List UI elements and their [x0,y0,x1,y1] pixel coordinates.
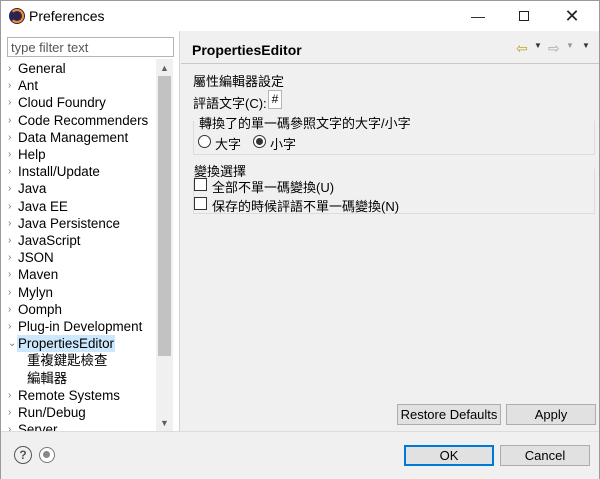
tree-item-label: Maven [18,267,59,283]
tree-item-label: Oomph [18,301,62,317]
chevron-right-icon[interactable]: › [8,215,11,232]
chevron-right-icon[interactable]: › [8,129,11,146]
window-title: Preferences [29,8,105,24]
scroll-up-icon[interactable]: ▲ [156,59,173,76]
chevron-right-icon[interactable]: › [8,404,11,421]
chevron-right-icon[interactable]: › [8,198,11,215]
chevron-right-icon[interactable]: › [8,94,11,111]
preferences-tree: › General › Ant › Cloud Foundry › Code Recommen… [1,59,156,431]
tree-item-label: Java EE [18,198,68,214]
chevron-right-icon[interactable]: › [8,301,11,318]
tree-item-label: Install/Update [18,164,100,180]
tree-item-label: JSON [18,250,54,266]
tree-item-label: Java [18,181,47,197]
tree-item-label: 重複鍵匙檢查 [27,353,108,369]
cancel-button[interactable]: Cancel [500,445,590,466]
import-export-icon[interactable] [39,447,55,463]
properties-editor-page: PropertiesEditor ⇦ ▼ ⇨ ▼ ▼ 屬性編輯器設定 評語文字(… [181,31,599,431]
tree-item-label: Code Recommenders [18,112,149,128]
preferences-tree-pane: › General › Ant › Cloud Foundry › Code Recommen… [1,31,180,431]
uppercase-label: 大字 [215,137,242,152]
page-title: PropertiesEditor [192,42,302,58]
no-comment-convert-checkbox[interactable] [194,197,207,210]
forward-arrow-icon[interactable]: ⇨ [548,40,560,57]
close-button[interactable]: ✕ [549,1,595,31]
chevron-right-icon[interactable]: › [8,180,11,197]
chevron-right-icon[interactable]: › [8,249,11,266]
chevron-right-icon[interactable]: › [8,60,11,77]
chevron-right-icon[interactable]: › [8,284,11,301]
chevron-right-icon[interactable]: › [8,146,11,163]
title-bar: Preferences — ✕ [1,1,599,31]
chevron-right-icon[interactable]: › [8,387,11,404]
tree-item-label: Plug-in Development [18,319,143,334]
scroll-down-icon[interactable]: ▼ [156,414,173,431]
eclipse-icon [9,8,25,24]
chevron-right-icon[interactable]: › [8,232,11,249]
ok-button[interactable]: OK [404,445,494,466]
tree-item-label: Mylyn [18,284,53,300]
preferences-dialog: Preferences — ✕ › General › Ant › Cloud Found… [0,0,600,479]
comment-char-input[interactable]: # [268,90,282,109]
minimize-button[interactable]: — [455,1,501,31]
view-menu-icon[interactable]: ▼ [582,41,590,50]
uppercase-radio[interactable] [198,135,211,148]
tree-item-label: Data Management [18,129,129,145]
apply-button[interactable]: Apply [506,404,596,425]
lowercase-label: 小字 [270,137,297,152]
restore-defaults-button[interactable]: Restore Defaults [397,404,501,425]
chevron-right-icon[interactable]: › [8,77,11,94]
dialog-button-bar: ? OK Cancel [1,431,599,479]
tree-item-label: Ant [18,78,39,94]
tree-item-label: 編輯器 [27,370,68,386]
tree-item-label: Help [18,147,46,162]
section-label: 屬性編輯器設定 [193,74,285,89]
maximize-icon [519,11,529,21]
chevron-right-icon[interactable]: › [8,163,11,180]
comment-char-label: 評語文字(C): [193,96,267,111]
chevron-right-icon[interactable]: › [8,266,11,283]
tree-item-label: Java Persistence [18,215,120,231]
no-unicode-convert-label: 全部不單一碼變換(U) [212,180,335,195]
lowercase-radio[interactable] [253,135,266,148]
no-unicode-convert-checkbox[interactable] [194,178,207,191]
help-icon[interactable]: ? [14,446,32,464]
tree-item-label: Cloud Foundry [18,95,106,111]
tree-item-label: Server [18,422,58,431]
tree-item-label: Remote Systems [18,387,120,403]
header-divider [181,63,599,64]
tree-item-label: PropertiesEditor [17,335,116,353]
back-dropdown-icon[interactable]: ▼ [534,41,542,50]
scrollbar-thumb[interactable] [158,76,171,356]
chevron-right-icon[interactable]: › [8,318,11,335]
tree-item-label: General [18,61,66,76]
no-comment-convert-label: 保存的時候評語不單一碼變換(N) [212,199,400,214]
chevron-right-icon[interactable]: › [8,112,11,129]
chevron-right-icon[interactable]: › [8,421,11,431]
tree-scrollbar[interactable]: ▲ ▼ [156,59,173,431]
tree-item-label: JavaScript [18,233,81,248]
chevron-down-icon[interactable]: ⌄ [8,335,16,352]
maximize-button[interactable] [501,1,547,31]
filter-input[interactable] [7,37,174,57]
tree-item-label: Run/Debug [18,405,86,420]
case-group-title: 轉換了的單一碼參照文字的大字/小字 [197,113,413,132]
back-arrow-icon[interactable]: ⇦ [516,40,528,57]
forward-dropdown-icon[interactable]: ▼ [566,41,574,50]
